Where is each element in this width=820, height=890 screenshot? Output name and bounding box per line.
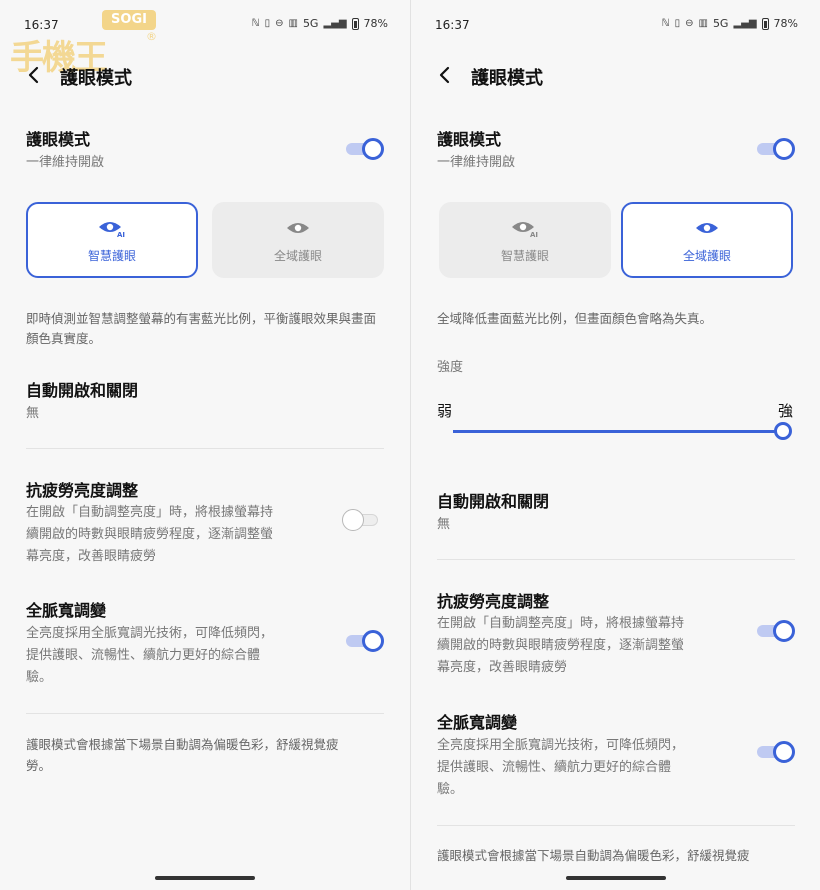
dc-dimming-desc-2: 提供護眼、流暢性、續航力更好的綜合體 xyxy=(26,648,261,663)
dc-dimming-desc-2: 提供護眼、流暢性、續航力更好的綜合體 xyxy=(437,760,672,775)
eye-mode-toggle[interactable] xyxy=(755,137,795,161)
eye-mode-title: 護眼模式 xyxy=(26,130,91,149)
intensity-slider-track xyxy=(453,430,783,433)
status-icons: ℕ ▯ ⊖ ▥ 5G ▂▄▆ 78% xyxy=(662,17,798,30)
eye-icon xyxy=(285,217,311,239)
divider xyxy=(26,448,384,449)
watermark-registered-mark: ® xyxy=(146,30,157,43)
home-indicator[interactable] xyxy=(155,876,255,880)
dnd-icon: ⊖ xyxy=(685,18,694,29)
signal-icon: ▂▄▆ xyxy=(733,18,757,29)
anti-fatigue-title: 抗疲勞亮度調整 xyxy=(437,592,550,611)
intensity-label: 強度 xyxy=(437,360,464,375)
full-eye-card[interactable]: 全域護眼 xyxy=(212,202,384,278)
network-type: 5G xyxy=(302,17,319,30)
auto-schedule-title[interactable]: 自動開啟和關閉 xyxy=(26,377,138,401)
anti-fatigue-toggle[interactable] xyxy=(342,508,382,532)
dc-dimming-desc-1: 全亮度採用全脈寬調光技術，可降低頻閃， xyxy=(437,738,685,753)
phone-screen-right: 16:37 ℕ ▯ ⊖ ▥ 5G ▂▄▆ 78% 護眼模式 護眼模式 一律維持開… xyxy=(410,0,820,890)
full-eye-label: 全域護眼 xyxy=(682,248,731,263)
eye-mode-title: 護眼模式 xyxy=(437,130,502,149)
battery-level: 78% xyxy=(773,17,798,30)
back-button[interactable] xyxy=(433,64,455,86)
ai-eye-icon: AI xyxy=(510,217,540,239)
smart-eye-label: 智慧護眼 xyxy=(87,248,136,263)
status-time: 16:37 xyxy=(435,18,470,32)
divider xyxy=(437,559,795,560)
eye-icon xyxy=(694,217,720,239)
network-type: 5G xyxy=(712,17,729,30)
chevron-left-icon xyxy=(28,66,39,84)
dc-dimming-toggle[interactable] xyxy=(344,629,384,653)
home-indicator[interactable] xyxy=(566,876,666,880)
auto-schedule-title[interactable]: 自動開啟和關閉 xyxy=(437,488,549,512)
phone-screen-left: SOGI 手機王 ® 16:37 ℕ ▯ ⊖ ▥ 5G ▂▄▆ 78% 護眼模式… xyxy=(0,0,410,890)
smart-eye-card[interactable]: AI 智慧護眼 xyxy=(26,202,198,278)
anti-fatigue-desc-3: 幕亮度，改善眼睛疲勞 xyxy=(437,660,568,675)
battery-level: 78% xyxy=(363,17,388,30)
eye-mode-subtitle: 一律維持開啟 xyxy=(26,155,105,170)
anti-fatigue-desc-1: 在開啟「自動調整亮度」時，將根據螢幕持 xyxy=(437,616,685,631)
nfc-icon: ℕ xyxy=(661,18,670,29)
mode-description: 即時偵測並智慧調整螢幕的有害藍光比例，平衡護眼效果與畫面顏色真實度。 xyxy=(26,311,377,346)
auto-schedule-value: 無 xyxy=(26,406,40,421)
dc-dimming-title: 全脈寬調變 xyxy=(437,713,518,732)
footer-note-1: 護眼模式會根據當下場景自動調為偏暖色彩，舒緩視覺疲 xyxy=(26,737,339,752)
svg-text:AI: AI xyxy=(117,231,125,238)
anti-fatigue-desc-3: 幕亮度，改善眼睛疲勞 xyxy=(26,549,157,564)
intensity-max-label: 強 xyxy=(778,402,794,420)
full-eye-card[interactable]: 全域護眼 xyxy=(621,202,793,278)
signal-icon: ▂▄▆ xyxy=(323,18,347,29)
eye-mode-toggle[interactable] xyxy=(344,137,384,161)
watermark-brand: SOGI xyxy=(102,10,156,30)
intensity-slider[interactable] xyxy=(453,421,792,441)
smart-eye-label: 智慧護眼 xyxy=(500,248,549,263)
battery-icon xyxy=(351,17,359,30)
vibrate-icon: ▯ xyxy=(674,18,681,29)
intensity-slider-knob[interactable] xyxy=(774,422,792,440)
divider xyxy=(437,825,795,826)
dc-dimming-desc-1: 全亮度採用全脈寬調光技術，可降低頻閃， xyxy=(26,626,274,641)
smart-eye-card[interactable]: AI 智慧護眼 xyxy=(439,202,611,278)
status-icons: ℕ ▯ ⊖ ▥ 5G ▂▄▆ 78% xyxy=(252,17,388,30)
anti-fatigue-title: 抗疲勞亮度調整 xyxy=(26,481,139,500)
page-title: 護眼模式 xyxy=(471,68,543,89)
volte-icon: ▥ xyxy=(288,18,298,29)
intensity-min-label: 弱 xyxy=(437,402,453,420)
status-time: 16:37 xyxy=(24,18,59,32)
page-title: 護眼模式 xyxy=(60,68,132,89)
footer-note-2: 勞。 xyxy=(26,758,52,773)
svg-text:AI: AI xyxy=(530,231,538,238)
anti-fatigue-desc-2: 續開啟的時數與眼睛疲勞程度，逐漸調整螢 xyxy=(26,527,274,542)
volte-icon: ▥ xyxy=(698,18,708,29)
full-eye-label: 全域護眼 xyxy=(273,248,322,263)
chevron-left-icon xyxy=(439,66,450,84)
dc-dimming-desc-3: 驗。 xyxy=(26,670,53,685)
divider xyxy=(26,713,384,714)
dc-dimming-title: 全脈寬調變 xyxy=(26,601,107,620)
back-button[interactable] xyxy=(22,64,44,86)
auto-schedule-value: 無 xyxy=(437,517,451,532)
anti-fatigue-toggle[interactable] xyxy=(755,619,795,643)
footer-note-1: 護眼模式會根據當下場景自動調為偏暖色彩，舒緩視覺疲 xyxy=(437,848,750,863)
eye-mode-subtitle: 一律維持開啟 xyxy=(437,155,516,170)
ai-eye-icon: AI xyxy=(97,217,127,239)
mode-description: 全域降低畫面藍光比例，但畫面顏色會略為失真。 xyxy=(437,311,713,326)
dnd-icon: ⊖ xyxy=(275,18,284,29)
anti-fatigue-desc-1: 在開啟「自動調整亮度」時，將根據螢幕持 xyxy=(26,505,274,520)
dc-dimming-desc-3: 驗。 xyxy=(437,782,464,797)
anti-fatigue-desc-2: 續開啟的時數與眼睛疲勞程度，逐漸調整螢 xyxy=(437,638,685,653)
battery-icon xyxy=(761,17,769,30)
nfc-icon: ℕ xyxy=(251,18,260,29)
vibrate-icon: ▯ xyxy=(264,18,271,29)
dc-dimming-toggle[interactable] xyxy=(755,740,795,764)
